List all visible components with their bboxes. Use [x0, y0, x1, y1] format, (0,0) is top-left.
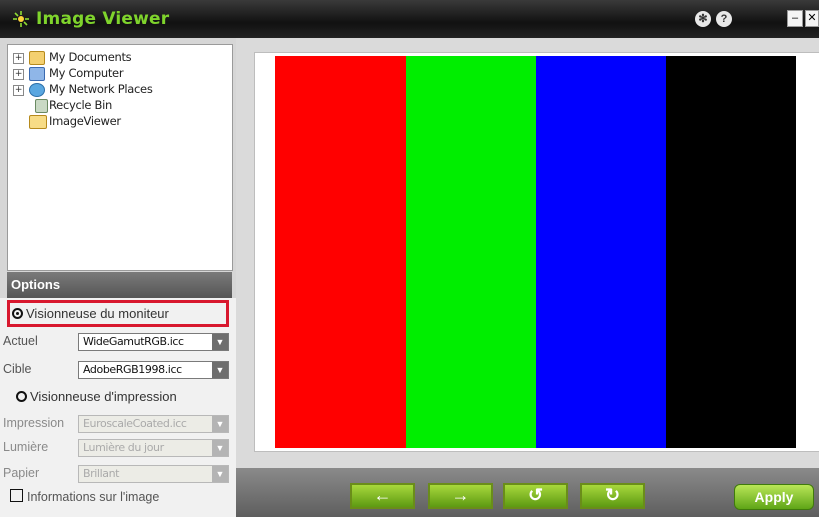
cible-select[interactable]: AdobeRGB1998.icc ▼	[78, 361, 229, 379]
chevron-down-icon[interactable]: ▼	[212, 362, 228, 378]
impression-select: EuroscaleCoated.icc ▼	[78, 415, 229, 433]
app-title: Image Viewer	[36, 9, 170, 29]
blue-stripe	[536, 56, 666, 448]
apply-button[interactable]: Apply	[734, 484, 814, 510]
green-stripe	[406, 56, 536, 448]
monitor-viewer-radio[interactable]: Visionneuse du moniteur	[12, 306, 169, 321]
image-info-checkbox[interactable]: Informations sur l'image	[10, 489, 159, 504]
chevron-down-icon: ▼	[212, 466, 228, 482]
impression-label: Impression	[3, 416, 65, 430]
lumiere-select: Lumière du jour ▼	[78, 439, 229, 457]
arrow-left-icon: ←	[373, 485, 392, 505]
lumiere-label: Lumière	[3, 440, 49, 454]
title-bar: Image Viewer ✻ ? – ✕	[0, 0, 819, 39]
rotate-right-button[interactable]: ↻	[580, 483, 645, 509]
chevron-down-icon: ▼	[212, 416, 228, 432]
options-header: Options	[7, 272, 232, 298]
rotate-left-icon: ↺	[527, 485, 544, 505]
radio-unchecked-icon[interactable]	[16, 391, 27, 402]
rotate-right-icon: ↻	[604, 485, 621, 505]
app-logo-icon	[13, 11, 29, 27]
computer-icon	[29, 67, 45, 81]
network-places-icon	[29, 83, 45, 97]
folder-tree[interactable]: + My Documents + My Computer + My Networ…	[7, 44, 233, 271]
open-folder-icon	[29, 115, 47, 129]
expand-icon[interactable]: +	[13, 53, 24, 64]
minimize-button[interactable]: –	[787, 10, 803, 27]
expand-icon[interactable]: +	[13, 69, 24, 80]
help-icon[interactable]: ?	[716, 11, 732, 27]
next-button[interactable]: →	[428, 483, 493, 509]
settings-icon[interactable]: ✻	[695, 11, 711, 27]
red-stripe	[275, 56, 406, 448]
rotate-left-button[interactable]: ↺	[503, 483, 568, 509]
chevron-down-icon[interactable]: ▼	[212, 334, 228, 350]
previous-button[interactable]: ←	[350, 483, 415, 509]
folder-documents-icon	[29, 51, 45, 65]
radio-checked-icon[interactable]	[12, 308, 23, 319]
papier-label: Papier	[3, 466, 40, 480]
actuel-label: Actuel	[3, 334, 38, 348]
close-button[interactable]: ✕	[805, 10, 819, 27]
cible-label: Cible	[3, 362, 32, 376]
arrow-right-icon: →	[451, 485, 470, 505]
expand-icon[interactable]: +	[13, 85, 24, 96]
print-viewer-radio[interactable]: Visionneuse d'impression	[16, 389, 177, 404]
checkbox-icon[interactable]	[10, 489, 23, 502]
black-stripe	[666, 56, 796, 448]
chevron-down-icon: ▼	[212, 440, 228, 456]
actuel-select[interactable]: WideGamutRGB.icc ▼	[78, 333, 229, 351]
papier-select: Brillant ▼	[78, 465, 229, 483]
options-panel	[0, 298, 236, 517]
recycle-bin-icon	[35, 99, 48, 113]
